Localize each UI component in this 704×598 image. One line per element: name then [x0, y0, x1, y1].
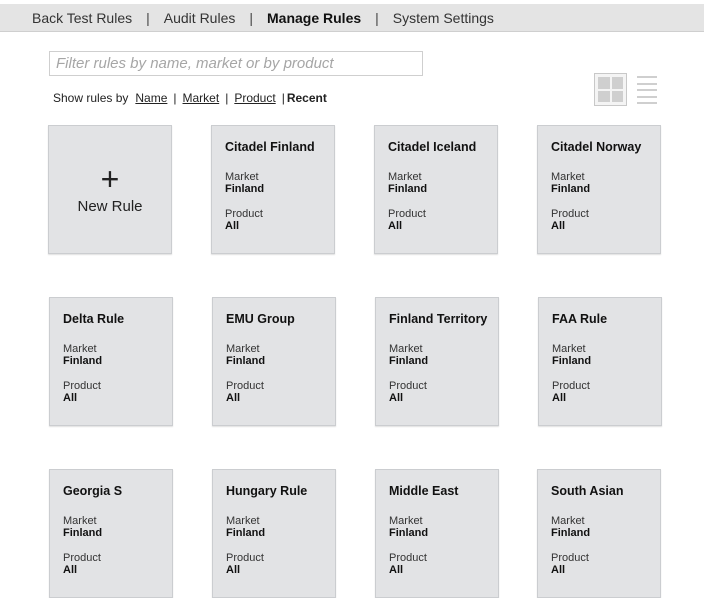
rule-card[interactable]: Delta Rule Market Finland Product All [49, 297, 173, 426]
plus-icon: + [100, 161, 120, 197]
product-label: Product [63, 380, 101, 392]
market-label: Market [551, 515, 585, 527]
product-label: Product [389, 552, 427, 564]
product-label: Product [551, 208, 589, 220]
separator: | [173, 91, 177, 105]
rule-card[interactable]: FAA Rule Market Finland Product All [538, 297, 662, 426]
rule-name: EMU Group [226, 312, 295, 326]
market-value: Finland [63, 527, 103, 539]
product-value: All [225, 220, 240, 232]
product-value: All [389, 564, 404, 576]
market-label: Market [552, 343, 586, 355]
rule-card[interactable]: Finland Territory Market Finland Product All [375, 297, 499, 426]
rule-card[interactable]: Citadel Finland Market Finland Product All [211, 125, 335, 254]
rule-name: Citadel Finland [225, 140, 315, 154]
market-value: Finland [389, 355, 429, 367]
sort-by-product-link[interactable]: Product [234, 91, 275, 105]
market-label: Market [63, 343, 97, 355]
rule-card[interactable]: South Asian Market Finland Product All [537, 469, 661, 598]
rule-name: Hungary Rule [226, 484, 308, 498]
rule-name: Citadel Iceland [388, 140, 477, 154]
market-value: Finland [226, 527, 266, 539]
product-value: All [63, 392, 78, 404]
product-label: Product [225, 208, 263, 220]
market-label: Market [389, 343, 423, 355]
top-nav: Back Test Rules | Audit Rules | Manage R… [0, 4, 704, 32]
market-label: Market [225, 171, 259, 183]
rule-card[interactable]: EMU Group Market Finland Product All [212, 297, 336, 426]
product-label: Product [63, 552, 101, 564]
nav-separator: | [249, 9, 253, 26]
rule-card[interactable]: Citadel Iceland Market Finland Product All [374, 125, 498, 254]
product-label: Product [388, 208, 426, 220]
product-label: Product [552, 380, 590, 392]
market-value: Finland [552, 355, 592, 367]
product-label: Product [551, 552, 589, 564]
market-label: Market [388, 171, 422, 183]
product-value: All [388, 220, 403, 232]
market-value: Finland [388, 183, 428, 195]
filter-input[interactable] [49, 51, 423, 76]
market-label: Market [226, 343, 260, 355]
new-rule-label: New Rule [77, 198, 143, 215]
product-value: All [389, 392, 404, 404]
nav-system-settings[interactable]: System Settings [393, 10, 494, 26]
sort-by-name-link[interactable]: Name [135, 91, 167, 105]
rule-card[interactable]: Hungary Rule Market Finland Product All [212, 469, 336, 598]
market-value: Finland [389, 527, 429, 539]
nav-manage-rules[interactable]: Manage Rules [267, 10, 361, 26]
show-by-label: Show rules by [53, 91, 129, 105]
nav-separator: | [375, 9, 379, 26]
market-value: Finland [63, 355, 103, 367]
new-rule-button[interactable]: + New Rule [48, 125, 172, 254]
product-label: Product [226, 380, 264, 392]
separator: | [225, 91, 229, 105]
market-label: Market [551, 171, 585, 183]
nav-separator: | [146, 9, 150, 26]
rule-name: Delta Rule [63, 312, 125, 326]
market-label: Market [226, 515, 260, 527]
product-value: All [551, 564, 566, 576]
product-value: All [226, 564, 241, 576]
product-value: All [551, 220, 566, 232]
list-view-icon[interactable] [637, 76, 657, 104]
rule-card[interactable]: Georgia S Market Finland Product All [49, 469, 173, 598]
show-rules-by: Show rules by Name | Market | Product | … [53, 91, 327, 105]
product-value: All [63, 564, 78, 576]
nav-audit-rules[interactable]: Audit Rules [164, 10, 236, 26]
market-label: Market [389, 515, 423, 527]
rule-card[interactable]: Citadel Norway Market Finland Product All [537, 125, 661, 254]
product-value: All [226, 392, 241, 404]
sort-by-market-link[interactable]: Market [183, 91, 220, 105]
rule-name: Middle East [389, 484, 459, 498]
market-value: Finland [225, 183, 265, 195]
market-value: Finland [551, 183, 591, 195]
market-value: Finland [226, 355, 266, 367]
nav-back-test-rules[interactable]: Back Test Rules [32, 10, 132, 26]
rule-name: Georgia S [63, 484, 123, 498]
market-label: Market [63, 515, 97, 527]
market-value: Finland [551, 527, 591, 539]
grid-view-icon[interactable] [594, 73, 627, 106]
rule-name: Finland Territory [389, 312, 488, 326]
product-label: Product [389, 380, 427, 392]
product-label: Product [226, 552, 264, 564]
rule-name: Citadel Norway [551, 140, 642, 154]
rule-card[interactable]: Middle East Market Finland Product All [375, 469, 499, 598]
sort-by-recent-current[interactable]: Recent [287, 91, 327, 105]
separator: | [281, 91, 285, 105]
product-value: All [552, 392, 567, 404]
rule-name: FAA Rule [552, 312, 608, 326]
rule-name: South Asian [551, 484, 624, 498]
